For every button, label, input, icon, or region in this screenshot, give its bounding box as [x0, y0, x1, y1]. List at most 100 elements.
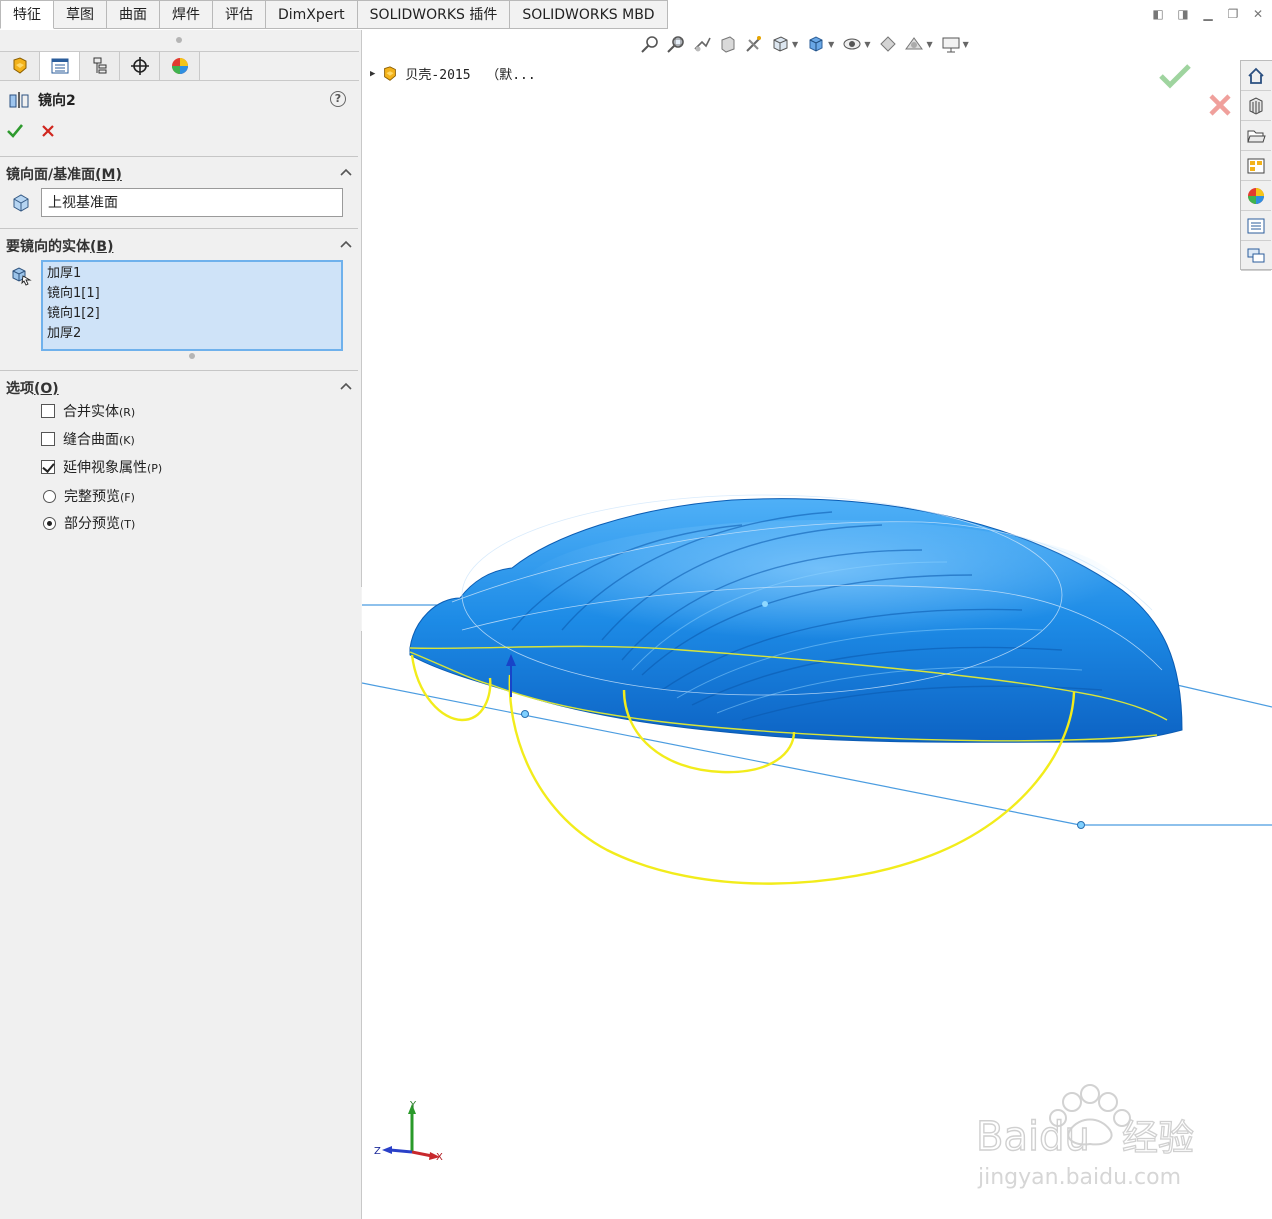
tab-appearances[interactable]	[1241, 181, 1271, 211]
merge-solids-option[interactable]: 合并实体(R)	[41, 402, 135, 420]
list-item[interactable]: 镜向1[1]	[47, 284, 337, 304]
tab-command-5[interactable]: DimXpert	[266, 0, 358, 29]
graphics-area[interactable]: ▼ ▼ ▼ ▼ ▼ ▶ 贝壳-2015 （默... Y X Z Baidu 经验…	[362, 30, 1272, 1219]
coordinate-triad: Y X Z	[374, 1100, 443, 1163]
cancel-button[interactable]	[40, 123, 56, 139]
help-icon[interactable]: ?	[330, 91, 346, 107]
apply-scene-icon[interactable]	[904, 34, 924, 54]
tab-property-manager[interactable]	[40, 52, 80, 80]
knit-surfaces-option[interactable]: 缝合曲面(K)	[41, 430, 135, 448]
heads-up-view-toolbar: ▼ ▼ ▼ ▼ ▼	[640, 34, 971, 54]
tab-design-library[interactable]	[1241, 91, 1271, 121]
sketch-point	[1077, 821, 1085, 829]
propagate-visual-checkbox[interactable]	[41, 460, 55, 474]
tab-view-palette[interactable]	[1241, 151, 1271, 181]
tab-command-0[interactable]: 特征	[0, 0, 54, 29]
group-options-header[interactable]: 选项(O)	[6, 378, 59, 397]
watermark-brand-cn: 经验	[1122, 1118, 1194, 1159]
chevron-up-icon[interactable]	[340, 240, 352, 248]
panel-resize-grip[interactable]	[176, 37, 182, 43]
view-settings-icon[interactable]	[941, 34, 961, 54]
tab-dimxpert-manager[interactable]	[120, 52, 160, 80]
tab-command-1[interactable]: 草图	[54, 0, 107, 29]
flyout-feature-tree[interactable]: ▶ 贝壳-2015 （默...	[370, 64, 536, 83]
confirm-ok-button[interactable]	[1158, 63, 1192, 89]
mirror-feature-icon	[9, 92, 29, 108]
tile-right-icon[interactable]: ◨	[1175, 6, 1191, 22]
tab-custom-properties[interactable]	[1241, 211, 1271, 241]
dropdown-arrow-icon[interactable]: ▼	[792, 40, 798, 49]
appearance-ball-icon	[171, 58, 188, 74]
model-scene	[362, 494, 1272, 885]
solid-bodies-icon	[12, 267, 32, 286]
bodies-selection-list[interactable]: 加厚1 镜向1[1] 镜向1[2] 加厚2	[41, 260, 343, 351]
tab-command-4[interactable]: 评估	[213, 0, 266, 29]
chevron-up-icon[interactable]	[340, 382, 352, 390]
knit-surfaces-checkbox[interactable]	[41, 432, 55, 446]
group-mnemonic: (O)	[34, 381, 59, 397]
plane-face-icon	[13, 194, 29, 212]
home-icon	[1248, 67, 1264, 84]
tab-solidworks-resources[interactable]	[1241, 61, 1271, 91]
list-resize-grip[interactable]	[189, 353, 195, 359]
feature-tree-icon	[13, 57, 26, 74]
configuration-icon	[93, 57, 106, 74]
list-item[interactable]: 镜向1[2]	[47, 304, 337, 324]
full-preview-radio[interactable]	[43, 489, 56, 503]
dynamic-annotation-icon[interactable]	[744, 34, 764, 54]
property-list-icon	[51, 58, 68, 74]
tab-forum[interactable]	[1241, 241, 1271, 271]
list-item[interactable]: 加厚2	[47, 324, 337, 344]
plane-edge	[1176, 684, 1272, 708]
list-item[interactable]: 加厚1	[47, 264, 337, 284]
section-view-icon[interactable]	[718, 34, 738, 54]
feature-title: 镜向2	[8, 90, 76, 110]
display-style-icon[interactable]	[806, 34, 826, 54]
dropdown-arrow-icon[interactable]: ▼	[864, 40, 870, 49]
axis-y-label: Y	[409, 1100, 417, 1111]
partial-preview-option[interactable]: 部分预览(T)	[43, 514, 135, 532]
tab-command-7[interactable]: SOLIDWORKS MBD	[510, 0, 668, 29]
tab-file-explorer[interactable]	[1241, 121, 1271, 151]
zoom-to-area-icon[interactable]	[666, 34, 686, 54]
tab-command-6[interactable]: SOLIDWORKS 插件	[357, 0, 511, 29]
view-orientation-icon[interactable]	[770, 34, 790, 54]
partial-preview-radio[interactable]	[43, 516, 56, 530]
dropdown-arrow-icon[interactable]: ▼	[828, 40, 834, 49]
dropdown-arrow-icon[interactable]: ▼	[963, 40, 969, 49]
group-bodies-header[interactable]: 要镜向的实体(B)	[6, 236, 113, 255]
merge-solids-checkbox[interactable]	[41, 404, 55, 418]
tab-command-2[interactable]: 曲面	[107, 0, 160, 29]
option-label: 部分预览	[64, 516, 120, 532]
ok-button[interactable]	[6, 122, 24, 140]
hide-show-items-icon[interactable]	[842, 34, 862, 54]
edit-appearance-icon[interactable]	[878, 34, 898, 54]
tile-left-icon[interactable]: ◧	[1150, 6, 1166, 22]
option-label: 完整预览	[64, 489, 120, 505]
close-icon[interactable]: ✕	[1250, 6, 1266, 22]
divider	[0, 228, 358, 229]
zoom-to-fit-icon[interactable]	[640, 34, 660, 54]
group-mirror-plane-header[interactable]: 镜向面/基准面(M)	[6, 164, 122, 183]
chevron-up-icon[interactable]	[340, 168, 352, 176]
option-key: (R)	[119, 406, 136, 419]
propagate-visual-option[interactable]: 延伸视象属性(P)	[41, 458, 162, 476]
crosshair-icon	[130, 57, 149, 75]
confirm-cancel-button[interactable]	[1208, 93, 1232, 117]
full-preview-option[interactable]: 完整预览(F)	[43, 487, 135, 505]
tab-display-manager[interactable]	[160, 52, 200, 80]
minimize-icon[interactable]: ▁	[1200, 6, 1216, 22]
dropdown-arrow-icon[interactable]: ▼	[926, 40, 932, 49]
task-pane	[1240, 60, 1272, 271]
manager-tabs	[0, 51, 359, 81]
previous-view-icon[interactable]	[692, 34, 712, 54]
tab-configuration-manager[interactable]	[80, 52, 120, 80]
restore-icon[interactable]: ❐	[1225, 6, 1241, 22]
expand-arrow-icon[interactable]: ▶	[370, 69, 375, 79]
tab-command-3[interactable]: 焊件	[160, 0, 213, 29]
mirror-plane-field[interactable]: 上视基准面	[41, 188, 343, 217]
divider	[0, 156, 358, 157]
divider	[0, 370, 358, 371]
option-label: 合并实体	[63, 404, 119, 420]
tab-feature-manager[interactable]	[0, 52, 40, 80]
